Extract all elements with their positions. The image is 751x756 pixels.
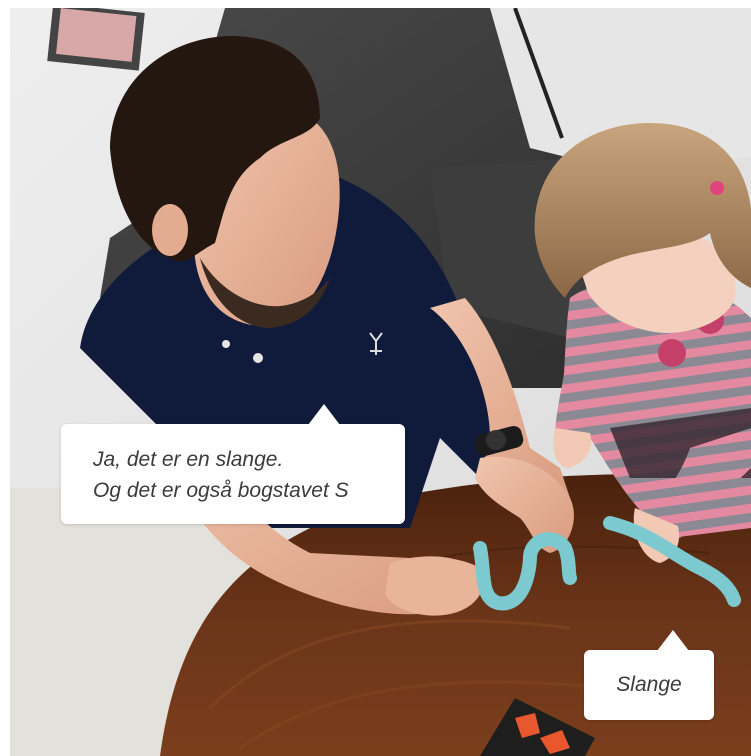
- speech-line-2: Og det er også bogstavet S: [93, 479, 349, 502]
- photo-father-daughter-playdough: [10, 8, 751, 756]
- illustration-scene: Ja, det er en slange. Og det er også bog…: [0, 0, 751, 756]
- speech-line-1: Ja, det er en slange.: [93, 448, 284, 471]
- speech-bubble-child: Slange: [584, 630, 714, 720]
- speech-bubble-father: Ja, det er en slange. Og det er også bog…: [61, 404, 405, 524]
- label-slange: Slange: [616, 673, 682, 696]
